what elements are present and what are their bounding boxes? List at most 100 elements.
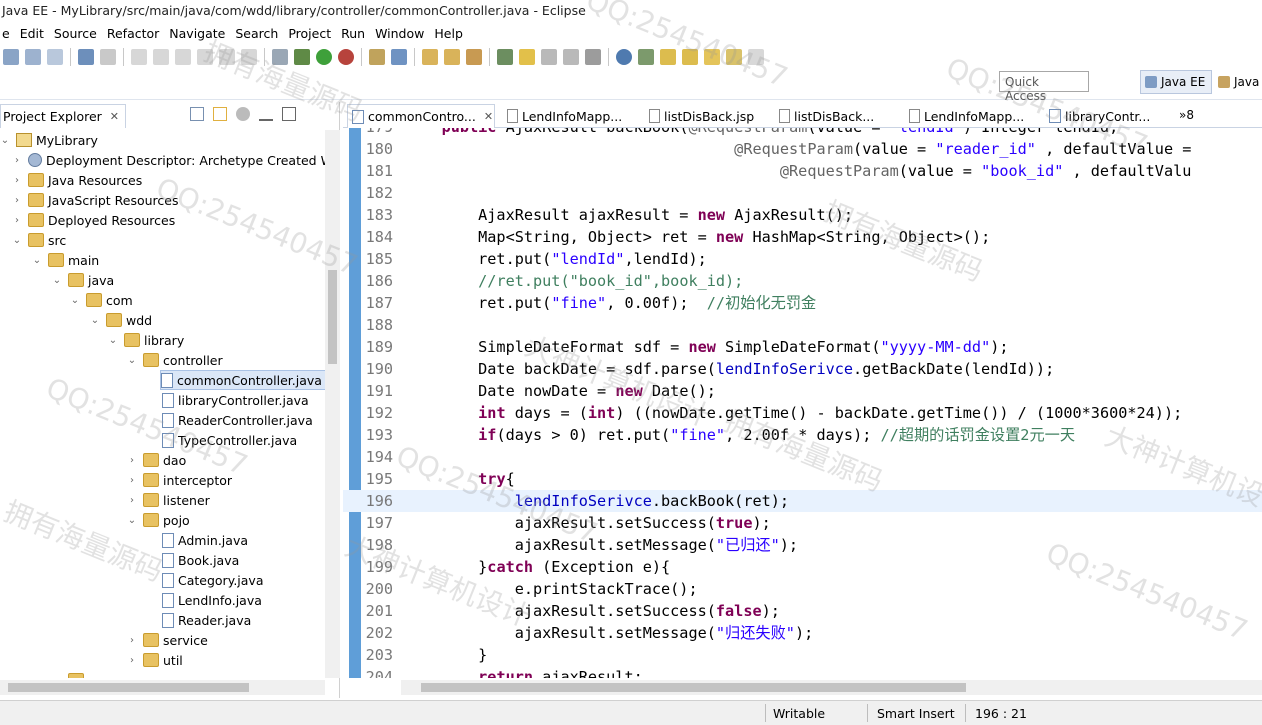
code-line[interactable]: 182 (343, 182, 1262, 204)
console-icon[interactable] (78, 49, 94, 65)
tree-item-typecontroller[interactable]: TypeController.java (162, 430, 297, 450)
save-all-icon[interactable] (47, 49, 63, 65)
chevron-down-icon[interactable]: ⌄ (52, 675, 62, 679)
tab-lendinfomapper-2[interactable]: LendInfoMapp... (905, 104, 1024, 128)
code-text[interactable]: } (405, 644, 487, 666)
code-text[interactable]: lendInfoSerivce.backBook(ret); (405, 490, 789, 512)
collapse-all-icon[interactable] (190, 107, 204, 121)
code-line[interactable]: 192 int days = (int) ((nowDate.getTime()… (343, 402, 1262, 424)
code-area[interactable]: 179 public AjaxResult backBook(@RequestP… (343, 128, 1262, 678)
scroll-thumb[interactable] (328, 270, 337, 364)
code-text[interactable]: Date nowDate = new Date(); (405, 380, 716, 402)
code-text[interactable]: @RequestParam(value = "book_id" , defaul… (405, 160, 1191, 182)
code-line[interactable]: 200 e.printStackTrace(); (343, 578, 1262, 600)
tab-listdisback[interactable]: listDisBack... (775, 104, 874, 128)
tree-item-admin[interactable]: Admin.java (162, 530, 248, 550)
code-text[interactable]: public AjaxResult backBook(@RequestParam… (405, 128, 1119, 138)
annotation-nav-icon[interactable] (638, 49, 654, 65)
tab-listdisback-jsp[interactable]: listDisBack.jsp (645, 104, 754, 128)
tree-item-reader[interactable]: Reader.java (162, 610, 251, 630)
code-text[interactable]: }catch (Exception e){ (405, 556, 670, 578)
menu-search[interactable]: Search (233, 26, 280, 41)
tree-item-interceptor[interactable]: › interceptor (127, 470, 232, 490)
tab-commoncontroller[interactable]: commonContro... ✕ (347, 104, 495, 128)
show-whitespace-icon[interactable] (585, 49, 601, 65)
chevron-right-icon[interactable]: › (127, 655, 137, 666)
code-line[interactable]: 187 ret.put("fine", 0.00f); //初始化无罚金 (343, 292, 1262, 314)
close-icon[interactable]: ✕ (110, 110, 119, 123)
chevron-right-icon[interactable]: › (12, 215, 22, 226)
tree-item-util[interactable]: › util (127, 650, 183, 670)
tree-item-readercontroller[interactable]: ReaderController.java (162, 410, 313, 430)
step-over-icon[interactable] (219, 49, 235, 65)
code-line[interactable]: 179 public AjaxResult backBook(@RequestP… (343, 128, 1262, 138)
code-line[interactable]: 201 ajaxResult.setSuccess(false); (343, 600, 1262, 622)
code-line[interactable]: 180 @RequestParam(value = "reader_id" , … (343, 138, 1262, 160)
mark-occurrences-icon[interactable] (519, 49, 535, 65)
code-text[interactable]: ajaxResult.setMessage("已归还"); (405, 534, 798, 556)
code-line[interactable]: 184 Map<String, Object> ret = new HashMa… (343, 226, 1262, 248)
code-line[interactable]: 191 Date nowDate = new Date(); (343, 380, 1262, 402)
open-type-icon[interactable] (422, 49, 438, 65)
code-text[interactable]: ajaxResult.setSuccess(false); (405, 600, 780, 622)
code-text[interactable]: //ret.put("book_id",book_id); (405, 270, 743, 292)
code-line[interactable]: 202 ajaxResult.setMessage("归还失败"); (343, 622, 1262, 644)
perspective-java[interactable]: Java (1216, 70, 1259, 94)
tree-item-commoncontroller[interactable]: commonController.java (160, 370, 325, 390)
menu-navigate[interactable]: Navigate (167, 26, 227, 41)
tree-item-mylibrary[interactable]: ⌄ MyLibrary (0, 130, 98, 150)
tree-item-library[interactable]: ⌄ library (108, 330, 184, 350)
chevron-down-icon[interactable]: ⌄ (70, 295, 80, 306)
code-line[interactable]: 183 AjaxResult ajaxResult = new AjaxResu… (343, 204, 1262, 226)
menu-run[interactable]: Run (339, 26, 367, 41)
quick-access-input[interactable]: Quick Access (999, 71, 1089, 103)
tree-item-deployed-resources[interactable]: › Deployed Resources (12, 210, 175, 230)
code-text[interactable]: AjaxResult ajaxResult = new AjaxResult()… (405, 204, 853, 226)
menu-source[interactable]: Source (52, 26, 99, 41)
globe-icon[interactable] (616, 49, 632, 65)
back-icon[interactable] (704, 49, 720, 65)
code-text[interactable]: SimpleDateFormat sdf = new SimpleDateFor… (405, 336, 1008, 358)
menu-refactor[interactable]: Refactor (105, 26, 161, 41)
terminate-icon[interactable] (175, 49, 191, 65)
new-class-icon[interactable] (391, 49, 407, 65)
tree-item-controller[interactable]: ⌄ controller (127, 350, 223, 370)
code-text[interactable]: e.printStackTrace(); (405, 578, 698, 600)
scroll-thumb[interactable] (421, 683, 966, 692)
code-line[interactable]: 181 @RequestParam(value = "book_id" , de… (343, 160, 1262, 182)
next-annotation-icon[interactable] (660, 49, 676, 65)
code-line[interactable]: 193 if(days > 0) ret.put("fine", 2.00f *… (343, 424, 1262, 446)
code-line[interactable]: 186 //ret.put("book_id",book_id); (343, 270, 1262, 292)
chevron-right-icon[interactable]: › (127, 635, 137, 646)
tab-lendinfomapper-1[interactable]: LendInfoMapp... (503, 104, 622, 128)
chevron-right-icon[interactable]: › (12, 175, 22, 186)
resume-icon[interactable] (131, 49, 147, 65)
close-icon[interactable]: ✕ (484, 110, 493, 123)
code-text[interactable]: Map<String, Object> ret = new HashMap<St… (405, 226, 990, 248)
code-text[interactable]: return ajaxResult; (405, 666, 643, 678)
view-menu-icon[interactable] (236, 107, 250, 121)
search-icon[interactable] (497, 49, 513, 65)
pin-icon[interactable] (682, 49, 698, 65)
chevron-down-icon[interactable]: ⌄ (127, 515, 137, 526)
code-line[interactable]: 190 Date backDate = sdf.parse(lendInfoSe… (343, 358, 1262, 380)
menu-window[interactable]: Window (373, 26, 426, 41)
tree-item-javascript-resources[interactable]: › JavaScript Resources (12, 190, 178, 210)
minimize-icon[interactable] (259, 107, 273, 121)
chevron-right-icon[interactable]: › (12, 195, 22, 206)
external-tools-icon[interactable] (338, 49, 354, 65)
code-line[interactable]: 203 } (343, 644, 1262, 666)
code-text[interactable]: ajaxResult.setSuccess(true); (405, 512, 771, 534)
tree-item-service[interactable]: › service (127, 630, 208, 650)
code-line[interactable]: 204 return ajaxResult; (343, 666, 1262, 678)
tree-item-src[interactable]: ⌄ src (12, 230, 66, 250)
maximize-icon[interactable] (282, 107, 296, 121)
chevron-down-icon[interactable]: ⌄ (12, 235, 22, 246)
code-text[interactable]: ret.put("lendId",lendId); (405, 248, 707, 270)
run-icon[interactable] (316, 49, 332, 65)
code-text[interactable]: Date backDate = sdf.parse(lendInfoSerivc… (405, 358, 1054, 380)
debug-icon[interactable] (294, 49, 310, 65)
code-line[interactable]: 185 ret.put("lendId",lendId); (343, 248, 1262, 270)
chevron-down-icon[interactable]: ⌄ (32, 255, 42, 266)
tree-item-lendinfo[interactable]: LendInfo.java (162, 590, 262, 610)
